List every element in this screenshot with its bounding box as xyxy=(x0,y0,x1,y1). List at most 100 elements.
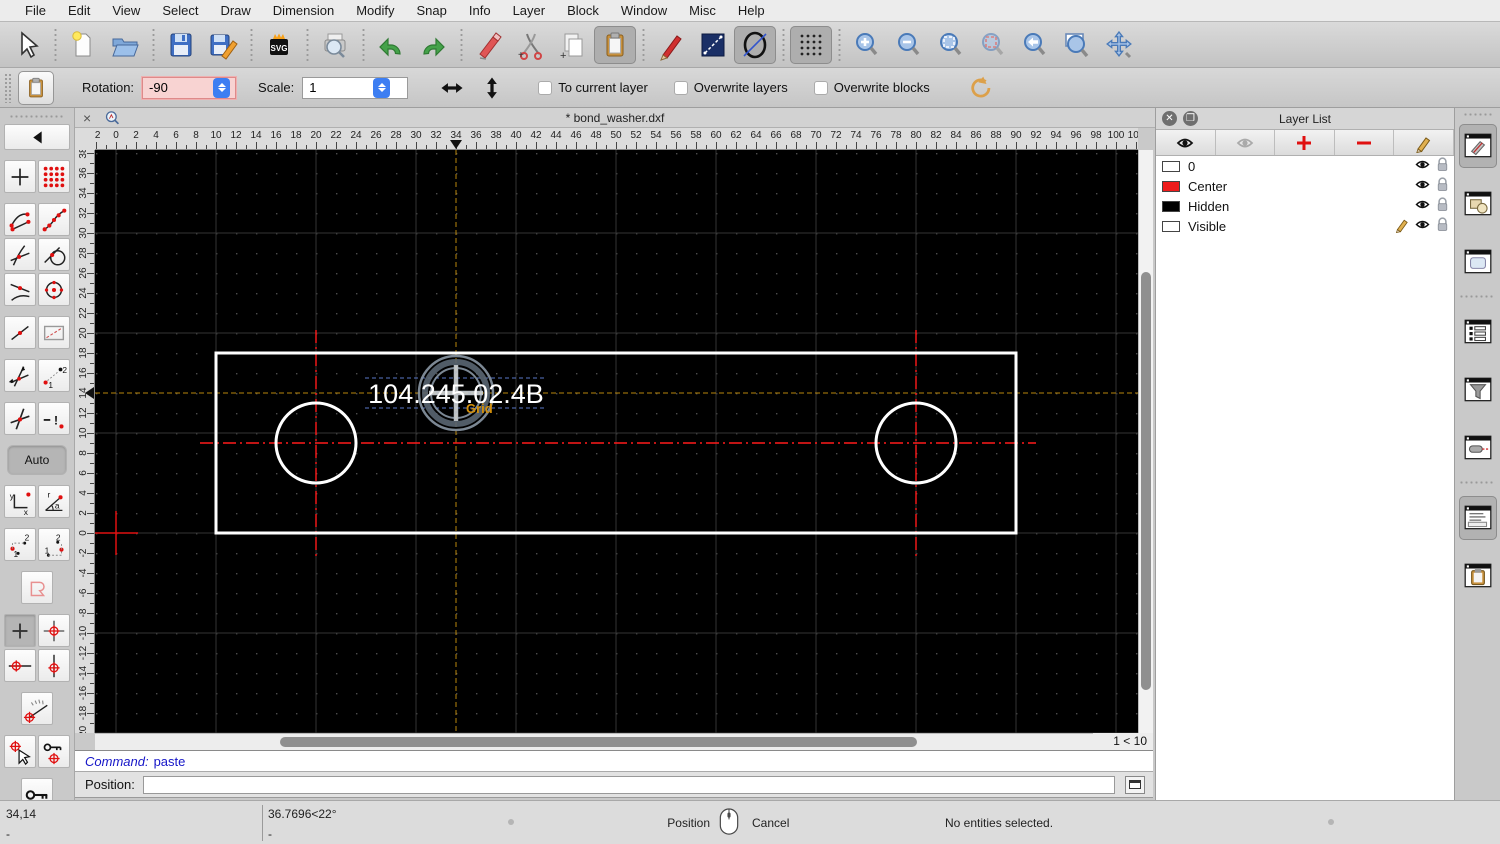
layer-visibility-toggle[interactable] xyxy=(1414,196,1434,216)
layer-lock-toggle[interactable] xyxy=(1434,176,1454,196)
dock-command-line-toggle[interactable] xyxy=(1459,496,1497,540)
menu-block[interactable]: Block xyxy=(556,0,610,22)
draw-pen-button[interactable] xyxy=(650,26,692,64)
menu-window[interactable]: Window xyxy=(610,0,678,22)
layer-row-center[interactable]: Center xyxy=(1156,176,1454,196)
command-history[interactable]: Command: paste xyxy=(75,750,1153,772)
layer-pencil-button[interactable] xyxy=(1394,130,1454,155)
checkbox-box[interactable] xyxy=(674,81,688,95)
zoom-selection-button[interactable] xyxy=(972,26,1014,64)
zoom-auto-button[interactable] xyxy=(930,26,972,64)
set-rel-zero-button[interactable] xyxy=(38,614,70,647)
horizontal-scrollbar[interactable] xyxy=(95,733,1138,750)
menu-draw[interactable]: Draw xyxy=(209,0,261,22)
snap-cross-button[interactable] xyxy=(4,402,36,435)
snap-on-entity-button[interactable] xyxy=(38,203,70,236)
detach-command-widget-button[interactable] xyxy=(1125,776,1145,794)
snap-nearest-button[interactable] xyxy=(4,273,36,306)
restrict-angle-button[interactable] xyxy=(21,692,53,725)
checkbox-overwrite-layers[interactable]: Overwrite layers xyxy=(674,80,788,95)
zoom-out-button[interactable] xyxy=(888,26,930,64)
snap-center-button[interactable] xyxy=(38,273,70,306)
layer-eye-gray-button[interactable] xyxy=(1216,130,1276,155)
ellipse-tool-button[interactable] xyxy=(734,26,776,64)
cut-button[interactable]: + xyxy=(510,26,552,64)
layer-lock-toggle[interactable] xyxy=(1434,156,1454,176)
auto-snap-button[interactable]: Auto xyxy=(7,445,67,475)
corner-second-button[interactable]: 12 xyxy=(38,528,70,561)
horizontal-scrollbar-thumb[interactable] xyxy=(280,737,917,747)
layer-plus-red-button[interactable] xyxy=(1275,130,1335,155)
zoom-pan-button[interactable] xyxy=(1098,26,1140,64)
layer-eye-button[interactable] xyxy=(1156,130,1216,155)
coord-cartesian-button[interactable]: yx xyxy=(4,485,36,518)
dock-layer-list-toggle[interactable] xyxy=(1459,310,1497,354)
layer-color-swatch[interactable] xyxy=(1162,221,1180,232)
rotation-input[interactable] xyxy=(143,80,213,95)
checkbox-box[interactable] xyxy=(814,81,828,95)
snap-middle-button[interactable] xyxy=(4,316,36,349)
corner-first-button[interactable]: 12 xyxy=(4,528,36,561)
snap-reference-button[interactable] xyxy=(38,316,70,349)
layer-minus-red-button[interactable] xyxy=(1335,130,1395,155)
cad-drawing-svg[interactable]: 104.245.02.4B Grid xyxy=(95,150,1138,733)
scale-input[interactable] xyxy=(303,80,373,95)
layer-visibility-toggle[interactable] xyxy=(1414,216,1434,236)
layer-row-visible[interactable]: Visible xyxy=(1156,216,1454,236)
layer-visibility-toggle[interactable] xyxy=(1414,156,1434,176)
toolbar-drag-handle[interactable] xyxy=(1463,112,1493,118)
layer-lock-toggle[interactable] xyxy=(1434,196,1454,216)
flip-vertical-button[interactable] xyxy=(472,71,512,105)
checkbox-to-current-layer[interactable]: To current layer xyxy=(538,80,648,95)
open-file-button[interactable] xyxy=(104,26,146,64)
flip-horizontal-button[interactable] xyxy=(432,71,472,105)
layer-color-swatch[interactable] xyxy=(1162,161,1180,172)
restrict-vertical-button[interactable] xyxy=(38,649,70,682)
checkbox-overwrite-blocks[interactable]: Overwrite blocks xyxy=(814,80,930,95)
restrict-nothing-button[interactable]: ! xyxy=(38,402,70,435)
vertical-scrollbar-thumb[interactable] xyxy=(1141,272,1151,690)
move-rel-zero-button[interactable] xyxy=(4,735,36,768)
redo-button[interactable] xyxy=(412,26,454,64)
dock-clipboard-toggle[interactable] xyxy=(1459,554,1497,598)
layer-color-swatch[interactable] xyxy=(1162,181,1180,192)
menu-layer[interactable]: Layer xyxy=(502,0,557,22)
menu-snap[interactable]: Snap xyxy=(406,0,458,22)
toolbar-drag-handle[interactable] xyxy=(4,73,12,103)
dock-property-editor-toggle[interactable] xyxy=(1459,124,1497,168)
grid-toggle-button[interactable] xyxy=(790,26,832,64)
menu-select[interactable]: Select xyxy=(151,0,209,22)
menu-misc[interactable]: Misc xyxy=(678,0,727,22)
export-svg-button[interactable]: SVG xyxy=(258,26,300,64)
snap-shape-button[interactable] xyxy=(21,571,53,604)
menu-edit[interactable]: Edit xyxy=(57,0,101,22)
print-preview-button[interactable] xyxy=(314,26,356,64)
toolbar-drag-handle[interactable] xyxy=(9,114,65,120)
layer-visibility-toggle[interactable] xyxy=(1414,176,1434,196)
dock-selection-filter-toggle[interactable] xyxy=(1459,368,1497,412)
dock-command-options-toggle[interactable] xyxy=(1459,426,1497,470)
back-button[interactable] xyxy=(4,124,70,150)
lock-rel-zero-button[interactable] xyxy=(38,735,70,768)
copy-button[interactable]: + xyxy=(552,26,594,64)
scale-stepper[interactable] xyxy=(373,78,390,98)
layer-row-hidden[interactable]: Hidden xyxy=(1156,196,1454,216)
snap-distance-button[interactable]: 12 xyxy=(38,359,70,392)
menu-modify[interactable]: Modify xyxy=(345,0,405,22)
menu-view[interactable]: View xyxy=(101,0,151,22)
zoom-window-button[interactable] xyxy=(1056,26,1098,64)
undo-button[interactable] xyxy=(370,26,412,64)
paste-button[interactable] xyxy=(594,26,636,64)
detach-panel-icon[interactable]: ❐ xyxy=(1183,111,1198,126)
line-tool-button[interactable] xyxy=(692,26,734,64)
layer-row-0[interactable]: 0 xyxy=(1156,156,1454,176)
save-as-button[interactable] xyxy=(202,26,244,64)
command-line-input[interactable] xyxy=(143,776,1115,794)
vertical-scrollbar[interactable] xyxy=(1138,150,1153,733)
dock-library-browser-toggle[interactable] xyxy=(1459,240,1497,284)
select-arrow-button[interactable] xyxy=(6,26,48,64)
snap-intersection-auto-button[interactable] xyxy=(4,238,36,271)
save-button[interactable] xyxy=(160,26,202,64)
snap-tangent-button[interactable] xyxy=(38,238,70,271)
dock-block-list-toggle[interactable] xyxy=(1459,182,1497,226)
